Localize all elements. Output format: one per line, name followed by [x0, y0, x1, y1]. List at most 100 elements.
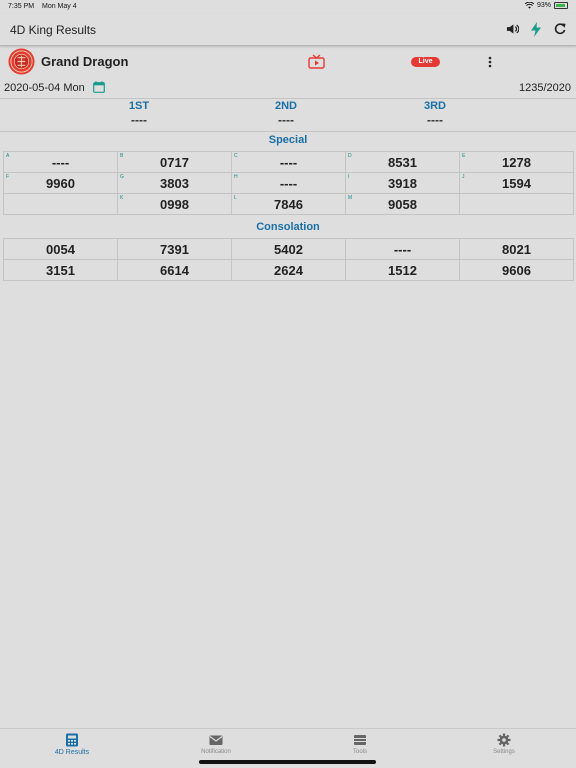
special-cell: M 9058: [345, 193, 460, 215]
special-letter: A: [6, 153, 10, 159]
special-cell: K 0998: [117, 193, 232, 215]
status-date: Mon May 4: [42, 3, 77, 10]
prize-value: ----: [278, 113, 294, 127]
tab-tools[interactable]: Tools: [320, 733, 400, 755]
consolation-cell: 6614: [117, 259, 232, 281]
draw-date-row: 2020-05-04 Mon 1235/2020: [0, 80, 576, 96]
special-cell: J 1594: [459, 172, 574, 194]
live-badge[interactable]: Live: [411, 57, 440, 67]
grand-dragon-logo: [8, 48, 35, 75]
consolation-cell: 1512: [345, 259, 460, 281]
calendar-icon[interactable]: [93, 81, 105, 93]
consolation-number: 9606: [502, 263, 531, 278]
consolation-cell: 5402: [231, 238, 346, 260]
consolation-cell: 3151: [3, 259, 118, 281]
flash-button[interactable]: [528, 21, 544, 37]
operator-row: Grand Dragon Live: [0, 48, 576, 76]
wifi-icon: [524, 2, 534, 9]
tab-4d-results[interactable]: 4D Results: [32, 733, 112, 756]
special-number: ----: [279, 155, 298, 170]
live-tv-icon[interactable]: [308, 54, 325, 69]
tab-settings[interactable]: Settings: [464, 733, 544, 755]
special-cell: [459, 193, 574, 215]
special-cell: D 8531: [345, 151, 460, 173]
special-cell: F 9960: [3, 172, 118, 194]
special-number: 0717: [160, 155, 189, 170]
app-bar-actions: [504, 21, 568, 37]
refresh-button[interactable]: [552, 21, 568, 37]
battery-percent: 93%: [536, 2, 551, 9]
special-number: 9960: [46, 176, 75, 191]
prize-1st: 1ST ----: [79, 100, 199, 127]
sound-button[interactable]: [504, 21, 520, 37]
special-cell: E 1278: [459, 151, 574, 173]
consolation-number: 7391: [160, 242, 189, 257]
special-letter: D: [348, 153, 352, 159]
consolation-number: 1512: [388, 263, 417, 278]
calculator-icon: [66, 733, 78, 747]
consolation-number: ----: [393, 242, 412, 257]
special-cell: L 7846: [231, 193, 346, 215]
app-title: 4D King Results: [10, 23, 97, 37]
home-indicator: [199, 760, 376, 764]
draw-date: 2020-05-04 Mon: [4, 82, 85, 94]
special-cell: B 0717: [117, 151, 232, 173]
special-letter: I: [348, 174, 350, 180]
consolation-grid: 0054 7391 5402 ---- 8021 3151 6614 2624 1512 9606: [3, 238, 574, 281]
consolation-cell: 0054: [3, 238, 118, 260]
tab-label: 4D Results: [54, 749, 90, 756]
prize-label: 2ND: [274, 100, 297, 112]
consolation-title: Consolation: [256, 221, 320, 233]
special-number: 8531: [388, 155, 417, 170]
consolation-number: 3151: [46, 263, 75, 278]
prize-label: 1ST: [128, 100, 150, 112]
special-letter: C: [234, 153, 238, 159]
consolation-number: 2624: [274, 263, 303, 278]
special-letter: F: [6, 174, 10, 180]
lightning-icon: [531, 21, 541, 37]
tab-label: Tools: [352, 749, 367, 755]
app-bar: 4D King Results: [0, 14, 576, 46]
special-letter: B: [120, 153, 124, 159]
prize-2nd: 2ND ----: [226, 100, 346, 127]
special-number: 3918: [388, 176, 417, 191]
status-right: 93%: [524, 2, 568, 9]
prize-3rd: 3RD ----: [375, 100, 495, 127]
speaker-icon: [506, 24, 519, 34]
special-letter: L: [234, 195, 237, 201]
consolation-cell: 8021: [459, 238, 574, 260]
status-time: 7:35 PM: [8, 3, 35, 10]
special-number: 1594: [502, 176, 531, 191]
special-letter: J: [462, 174, 465, 180]
tab-notification[interactable]: Notification: [176, 733, 256, 755]
gear-icon: [497, 733, 511, 747]
refresh-icon: [554, 23, 566, 35]
consolation-number: 8021: [502, 242, 531, 257]
consolation-cell: 7391: [117, 238, 232, 260]
special-letter: K: [120, 195, 124, 201]
prize-value: ----: [131, 113, 147, 127]
operator-name: Grand Dragon: [41, 54, 129, 69]
special-letter: M: [348, 195, 353, 201]
consolation-number: 6614: [160, 263, 189, 278]
divider: [0, 131, 576, 132]
special-cell: I 3918: [345, 172, 460, 194]
consolation-number: 0054: [46, 242, 75, 257]
draw-number: 1235/2020: [519, 82, 571, 94]
special-number: 1278: [502, 155, 531, 170]
special-cell: C ----: [231, 151, 346, 173]
special-number: 9058: [388, 197, 417, 212]
tab-label: Notification: [201, 749, 231, 755]
prize-label: 3RD: [423, 100, 446, 112]
special-title: Special: [268, 134, 308, 146]
more-vertical-icon[interactable]: [486, 54, 494, 70]
special-letter: G: [120, 174, 124, 180]
special-number: 7846: [274, 197, 303, 212]
special-cell: G 3803: [117, 172, 232, 194]
prize-value: ----: [427, 113, 443, 127]
special-cell: H ----: [231, 172, 346, 194]
top-prizes: 1ST ---- 2ND ---- 3RD ----: [0, 100, 576, 130]
special-letter: E: [462, 153, 466, 159]
special-letter: H: [234, 174, 238, 180]
special-number: ----: [51, 155, 70, 170]
